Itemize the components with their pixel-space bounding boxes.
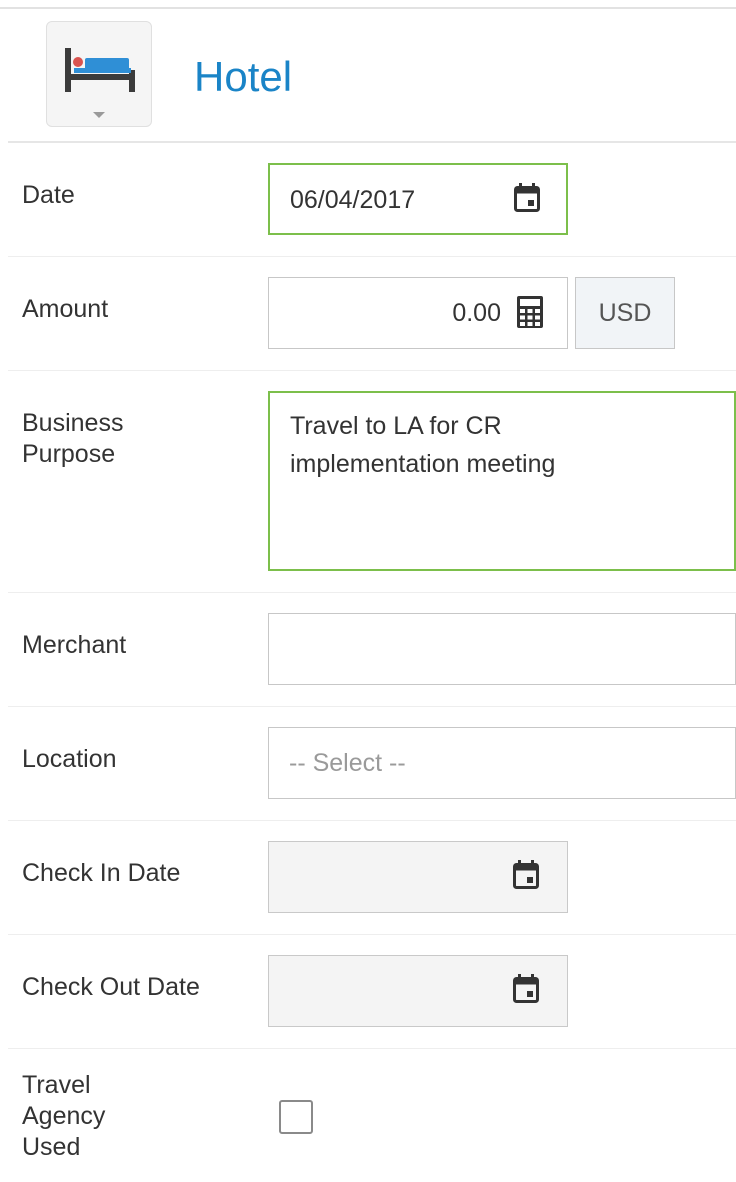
check-in-date-label: Check In Date [22,859,181,887]
expense-type-title: Hotel [194,53,293,100]
expense-type-button[interactable] [46,21,152,127]
row-divider [8,934,736,935]
row-divider [8,256,736,257]
hotel-bed-icon [65,48,135,92]
amount-value: 0.00 [452,299,501,327]
row-divider [8,820,736,821]
merchant-label: Merchant [22,631,127,659]
amount-label: Amount [22,295,109,323]
business-purpose-value: Travel to LA for CR implementation meeti… [290,412,556,478]
date-input[interactable]: 06/04/2017 [268,163,568,235]
chevron-down-icon [93,112,105,118]
business-purpose-textarea[interactable]: Travel to LA for CR implementation meeti… [268,391,736,571]
row-divider [8,592,736,593]
location-select[interactable]: -- Select -- [268,727,736,799]
travel-agency-used-label: Travel Agency Used [22,1071,106,1161]
check-out-date-input[interactable] [268,955,568,1027]
row-divider [8,370,736,371]
row-divider [8,706,736,707]
merchant-input[interactable] [268,613,736,685]
check-out-date-label: Check Out Date [22,973,200,1001]
amount-input[interactable]: 0.00 [268,277,568,349]
date-label: Date [22,181,75,209]
currency-selector[interactable]: USD [575,277,675,349]
location-placeholder: -- Select -- [289,749,406,777]
location-label: Location [22,745,117,773]
header-divider [8,141,736,143]
calendar-icon[interactable] [513,860,539,890]
expense-header: Hotel [0,9,736,141]
business-purpose-label: Business Purpose [22,409,124,468]
row-divider [8,1048,736,1049]
calendar-icon[interactable] [513,974,539,1004]
travel-agency-used-checkbox[interactable] [279,1100,313,1134]
check-in-date-input[interactable] [268,841,568,913]
calculator-icon[interactable] [517,296,543,328]
date-value: 06/04/2017 [290,186,416,214]
calendar-icon[interactable] [514,183,540,213]
